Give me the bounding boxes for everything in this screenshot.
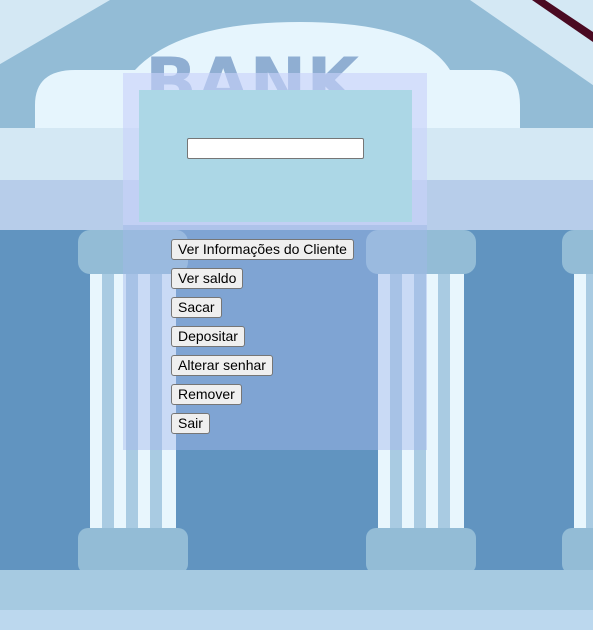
client-input[interactable] <box>187 138 364 159</box>
exit-button[interactable]: Sair <box>171 413 210 434</box>
action-menu: Ver Informações do Cliente Ver saldo Sac… <box>171 239 354 442</box>
page: BANK Ver Informações do Cliente Ver <box>0 0 593 630</box>
change-password-button[interactable]: Alterar senhar <box>171 355 273 376</box>
remove-button[interactable]: Remover <box>171 384 242 405</box>
deposit-button[interactable]: Depositar <box>171 326 245 347</box>
view-client-info-button[interactable]: Ver Informações do Cliente <box>171 239 354 260</box>
view-balance-button[interactable]: Ver saldo <box>171 268 244 289</box>
withdraw-button[interactable]: Sacar <box>171 297 222 318</box>
